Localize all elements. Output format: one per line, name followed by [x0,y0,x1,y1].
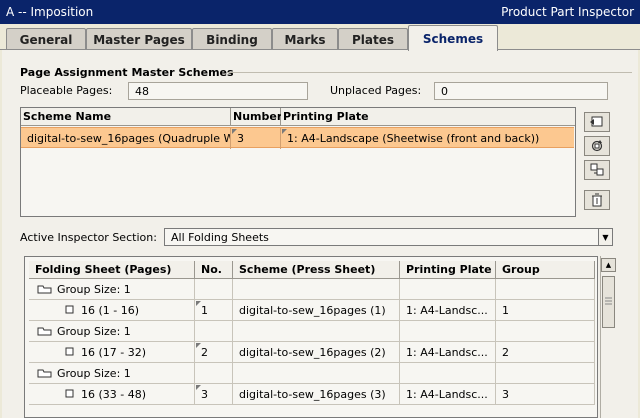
column-header-printing-plate[interactable]: Printing Plate [281,108,575,126]
group-row[interactable]: Group Size: 1 [29,363,595,384]
schemes-panel: Page Assignment Master Schemes Placeable … [2,50,638,418]
group-label-cell[interactable]: Group Size: 1 [29,279,195,300]
column-header-scheme[interactable]: Scheme (Press Sheet) [233,261,400,279]
tab-binding[interactable]: Binding [192,28,272,50]
inspector-title: Product Part Inspector [501,5,634,19]
scheme-number-cell[interactable]: 3 [231,128,281,149]
table-row[interactable]: 16 (17 - 32) 2 digital-to-sew_16pages (2… [29,342,595,363]
scheme-cell[interactable]: digital-to-sew_16pages (1) [233,300,400,321]
folding-sheet-cell[interactable]: 16 (33 - 48) [29,384,195,405]
tab-master-pages[interactable]: Master Pages [86,28,192,50]
sheet-icon [65,347,74,356]
group-cell[interactable]: 2 [496,342,595,363]
plate-cell[interactable]: 1: A4-Landsc... [400,342,496,363]
tab-plates[interactable]: Plates [338,28,408,50]
unplaced-pages-field: 0 [434,82,608,100]
placeable-pages-label: Placeable Pages: [20,84,113,97]
delete-icon [592,193,602,207]
assign-icon [590,163,604,176]
delete-button[interactable] [584,190,610,210]
table-row[interactable]: 16 (1 - 16) 1 digital-to-sew_16pages (1)… [29,300,595,321]
chevron-down-icon[interactable]: ▼ [598,229,612,245]
tab-bar: General Master Pages Binding Marks Plate… [0,24,640,51]
window-titlebar: A -- Imposition Product Part Inspector [0,0,640,24]
scheme-cell[interactable]: digital-to-sew_16pages (2) [233,342,400,363]
placeable-pages-field: 48 [128,82,308,100]
no-cell[interactable]: 3 [195,384,233,405]
active-section-select[interactable]: All Folding Sheets ▼ [164,228,613,246]
no-cell[interactable]: 2 [195,342,233,363]
group-cell[interactable]: 1 [496,300,595,321]
grip-icon [605,297,612,305]
column-header-no[interactable]: No. [195,261,233,279]
scroll-thumb[interactable] [602,276,615,328]
sheet-icon [65,389,74,398]
folder-icon [37,369,52,378]
column-header-number[interactable]: Number [231,108,282,126]
tab-general[interactable]: General [6,28,86,50]
active-section-label: Active Inspector Section: [20,231,157,244]
column-header-scheme-name[interactable]: Scheme Name [21,108,231,126]
scheme-plate-cell[interactable]: 1: A4-Landscape (Sheetwise (front and ba… [281,128,574,149]
table-row[interactable]: 16 (33 - 48) 3 digital-to-sew_16pages (3… [29,384,595,405]
scheme-cell[interactable]: digital-to-sew_16pages (3) [233,384,400,405]
unplaced-pages-label: Unplaced Pages: [330,84,422,97]
new-scheme-button[interactable] [584,112,610,132]
folder-icon [37,327,52,336]
sheet-icon [65,305,74,314]
group-label-cell[interactable]: Group Size: 1 [29,321,195,342]
refresh-icon [591,140,603,152]
folding-sheet-cell[interactable]: 16 (17 - 32) [29,342,195,363]
scheme-table[interactable]: Scheme Name Number Printing Plate digita… [20,107,576,217]
scheme-name-cell[interactable]: digital-to-sew_16pages (Quadruple W [21,128,231,149]
no-cell[interactable]: 1 [195,300,233,321]
page-assignment-title: Page Assignment Master Schemes [20,66,234,79]
column-header-folding-sheet[interactable]: Folding Sheet (Pages) [29,261,195,279]
column-header-group[interactable]: Group [496,261,595,279]
group-row[interactable]: Group Size: 1 [29,321,595,342]
plate-cell[interactable]: 1: A4-Landsc... [400,384,496,405]
folding-sheets-table[interactable]: Folding Sheet (Pages) No. Scheme (Press … [24,256,598,418]
vertical-scrollbar[interactable]: ▲ [600,256,616,418]
plate-cell[interactable]: 1: A4-Landsc... [400,300,496,321]
new-scheme-icon [590,116,603,127]
tab-marks[interactable]: Marks [272,28,338,50]
scroll-up-button[interactable]: ▲ [601,258,616,272]
column-header-printing-plate[interactable]: Printing Plate [400,261,496,279]
group-row[interactable]: Group Size: 1 [29,279,595,300]
group-cell[interactable]: 3 [496,384,595,405]
assign-button[interactable] [584,160,610,180]
group-label-cell[interactable]: Group Size: 1 [29,363,195,384]
folder-icon [37,285,52,294]
section-divider [228,72,632,73]
folding-sheet-cell[interactable]: 16 (1 - 16) [29,300,195,321]
table-row-selected[interactable]: digital-to-sew_16pages (Quadruple W 3 1:… [21,127,574,149]
window-title: A -- Imposition [6,5,94,19]
refresh-button[interactable] [584,136,610,156]
master-schemes-title: Master Schemes [131,66,234,79]
tab-schemes[interactable]: Schemes [408,25,498,51]
